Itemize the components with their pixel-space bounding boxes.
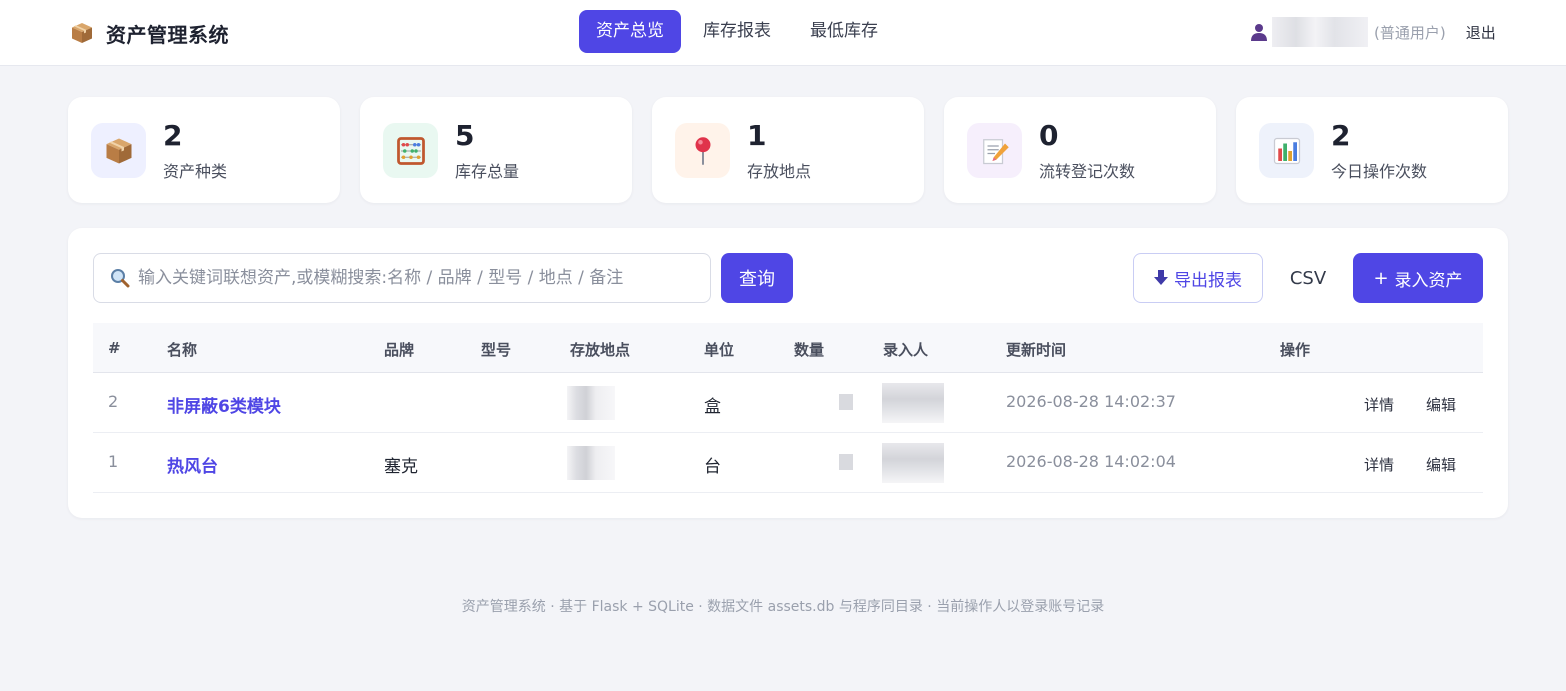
stat-icon-box: [967, 123, 1022, 178]
col-name: 名称: [167, 341, 198, 359]
stat-value: 0: [1039, 119, 1059, 152]
row-brand: 塞克: [384, 457, 418, 477]
col-quantity: 数量: [794, 341, 825, 359]
asset-name-link[interactable]: 非屏蔽6类模块: [167, 392, 281, 417]
col-model: 型号: [481, 341, 512, 359]
stats-row: 2 资产种类 5 库存总量 1 存放地点 0 流转登记次数 2 今日操作次数: [68, 97, 1508, 203]
detail-link[interactable]: 详情: [1364, 454, 1394, 475]
col-brand: 品牌: [384, 341, 415, 359]
stat-card-stock-total: 5 库存总量: [360, 97, 632, 203]
quantity-redacted: [839, 394, 853, 410]
logout-link[interactable]: 退出: [1466, 22, 1496, 43]
stat-icon-box: [675, 123, 730, 178]
col-index: #: [108, 339, 121, 357]
user-box: (普通用户) 退出: [1250, 16, 1496, 48]
csv-button[interactable]: CSV: [1273, 253, 1343, 303]
tab-min-stock[interactable]: 最低库存: [793, 10, 895, 53]
plus-icon: +: [1373, 267, 1389, 289]
stat-card-transfers: 0 流转登记次数: [944, 97, 1216, 203]
stat-value: 5: [455, 119, 475, 152]
bar-chart-icon: [1273, 137, 1300, 164]
stat-label: 流转登记次数: [1039, 162, 1136, 181]
row-updated: 2026-08-28 14:02:04: [1006, 452, 1176, 471]
row-index: 2: [108, 392, 119, 411]
footer-text: 资产管理系统 · 基于 Flask + SQLite · 数据文件 assets…: [461, 599, 1105, 615]
col-unit: 单位: [704, 341, 735, 359]
user-role: (普通用户): [1374, 23, 1446, 42]
app-title: 资产管理系统: [106, 22, 229, 47]
tab-asset-overview[interactable]: 资产总览: [579, 10, 681, 53]
tab-inventory-report[interactable]: 库存报表: [686, 10, 788, 53]
stat-value: 2: [1331, 119, 1351, 152]
edit-link[interactable]: 编辑: [1426, 454, 1456, 475]
stat-label: 资产种类: [163, 162, 228, 181]
location-redacted: [567, 386, 615, 420]
memo-icon: [982, 138, 1009, 164]
detail-link[interactable]: 详情: [1364, 394, 1394, 415]
asset-name-link[interactable]: 热风台: [167, 452, 218, 477]
stat-label: 库存总量: [455, 162, 520, 181]
asset-table: # 名称 品牌 型号 存放地点 单位 数量 录入人 更新时间 操作 2 非屏蔽6…: [93, 323, 1483, 493]
download-arrow-icon: [1154, 270, 1168, 285]
export-report-button[interactable]: 导出报表: [1133, 253, 1263, 303]
edit-link[interactable]: 编辑: [1426, 394, 1456, 415]
table-header: # 名称 品牌 型号 存放地点 单位 数量 录入人 更新时间 操作: [93, 323, 1483, 373]
add-asset-button[interactable]: + 录入资产: [1353, 253, 1483, 303]
stat-value: 2: [163, 119, 183, 152]
col-location: 存放地点: [570, 341, 631, 359]
add-asset-label: 录入资产: [1394, 270, 1463, 291]
search-icon: [111, 269, 130, 288]
table-row: 1 热风台 塞克 台 2026-08-28 14:02:04 详情 编辑: [93, 433, 1483, 493]
stat-label: 存放地点: [747, 162, 812, 181]
brand: 资产管理系统: [70, 18, 229, 48]
package-icon: [106, 138, 131, 163]
stat-icon-box: [383, 123, 438, 178]
table-row: 2 非屏蔽6类模块 盒 2026-08-28 14:02:37 详情 编辑: [93, 373, 1483, 433]
col-creator: 录入人: [883, 341, 929, 359]
asset-panel: 查询 导出报表 CSV + 录入资产 # 名称 品牌 型号 存放地点 单位 数量…: [68, 228, 1508, 518]
stat-icon-box: [1259, 123, 1314, 178]
stat-card-locations: 1 存放地点: [652, 97, 924, 203]
top-bar: 资产管理系统 资产总览 库存报表 最低库存 (普通用户) 退出: [0, 0, 1566, 66]
row-updated: 2026-08-28 14:02:37: [1006, 392, 1176, 411]
search-box[interactable]: [93, 253, 711, 303]
creator-redacted: [882, 443, 944, 483]
stat-card-asset-types: 2 资产种类: [68, 97, 340, 203]
query-button[interactable]: 查询: [721, 253, 793, 303]
package-icon: [72, 23, 92, 43]
row-index: 1: [108, 452, 119, 471]
pushpin-icon: [695, 136, 710, 165]
abacus-icon: [396, 136, 425, 165]
search-input[interactable]: [138, 268, 698, 288]
export-label: 导出报表: [1174, 270, 1242, 291]
stat-icon-box: [91, 123, 146, 178]
creator-redacted: [882, 383, 944, 423]
location-redacted: [567, 446, 615, 480]
col-updated: 更新时间: [1006, 341, 1067, 359]
user-icon: [1251, 24, 1267, 41]
username-redacted: [1272, 17, 1368, 47]
col-actions: 操作: [1280, 341, 1311, 359]
main-nav: 资产总览 库存报表 最低库存: [579, 10, 900, 53]
stat-label: 今日操作次数: [1331, 162, 1428, 181]
row-unit: 盒: [704, 397, 721, 417]
quantity-redacted: [839, 454, 853, 470]
row-unit: 台: [704, 457, 721, 477]
stat-card-today-ops: 2 今日操作次数: [1236, 97, 1508, 203]
stat-value: 1: [747, 119, 767, 152]
